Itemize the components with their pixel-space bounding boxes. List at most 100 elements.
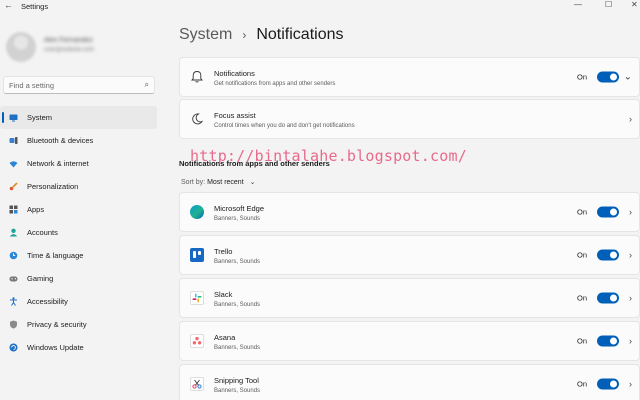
chevron-right-icon[interactable]: › xyxy=(629,207,632,217)
app-row-trello[interactable]: Trello Banners, Sounds On › xyxy=(179,235,640,275)
maximize-button[interactable]: ☐ xyxy=(605,0,612,9)
app-row-snipping-tool[interactable]: Snipping Tool Banners, Sounds On › xyxy=(179,364,640,400)
chevron-right-icon[interactable]: › xyxy=(629,293,632,303)
chevron-right-icon[interactable]: › xyxy=(629,250,632,260)
sort-dropdown[interactable]: Sort by: Most recent ⌄ xyxy=(181,178,255,186)
sidebar-item-windows-update[interactable]: Windows Update xyxy=(0,336,157,359)
moon-icon xyxy=(190,112,204,126)
app-detail: Banners, Sounds xyxy=(214,388,261,394)
app-row-slack[interactable]: Slack Banners, Sounds On › xyxy=(179,278,640,318)
sidebar-item-label: Privacy & security xyxy=(27,320,87,329)
app-toggle-label: On xyxy=(576,336,587,346)
app-name: Trello xyxy=(214,247,233,256)
sidebar-item-privacy-security[interactable]: Privacy & security xyxy=(0,313,157,336)
focus-assist-card[interactable]: Focus assist Control times when you do a… xyxy=(179,99,640,139)
notifications-toggle[interactable] xyxy=(597,71,619,83)
app-toggle-label: On xyxy=(576,207,587,217)
update-icon xyxy=(9,343,18,352)
sidebar-item-system[interactable]: System xyxy=(0,106,157,129)
app-detail: Banners, Sounds xyxy=(214,302,261,308)
app-name: Asana xyxy=(214,333,236,342)
snipping-tool-icon xyxy=(190,377,204,391)
title-bar: ← Settings — ☐ ✕ xyxy=(0,0,640,14)
notifications-card[interactable]: Notifications Get notifications from app… xyxy=(179,57,640,97)
sidebar-item-bluetooth[interactable]: Bluetooth & devices xyxy=(0,129,157,152)
breadcrumb-separator: › xyxy=(242,28,247,42)
app-toggle-label: On xyxy=(576,379,587,389)
breadcrumb: System › Notifications xyxy=(179,26,344,44)
bell-icon xyxy=(190,70,204,84)
app-toggle[interactable] xyxy=(597,292,619,304)
bluetooth-icon xyxy=(9,136,18,145)
sidebar: Alex Fernandez user@outlook.com Find a s… xyxy=(0,14,165,400)
slack-icon xyxy=(190,291,204,305)
sidebar-item-apps[interactable]: Apps xyxy=(0,198,157,221)
profile-email: user@outlook.com xyxy=(44,47,95,53)
chevron-right-icon[interactable]: › xyxy=(629,114,632,124)
app-detail: Banners, Sounds xyxy=(214,259,261,265)
focus-assist-title: Focus assist xyxy=(214,111,256,120)
sidebar-item-label: Windows Update xyxy=(27,343,84,352)
network-icon xyxy=(9,159,18,168)
app-toggle[interactable] xyxy=(597,378,619,390)
page-title: Notifications xyxy=(256,26,344,43)
sort-value: Most recent xyxy=(207,179,244,186)
notifications-subtitle: Get notifications from apps and other se… xyxy=(214,81,336,87)
trello-icon xyxy=(190,248,204,262)
chevron-down-icon: ⌄ xyxy=(249,179,256,186)
apps-icon xyxy=(9,205,18,214)
app-row-asana[interactable]: Asana Banners, Sounds On › xyxy=(179,321,640,361)
sidebar-item-time-language[interactable]: Time & language xyxy=(0,244,157,267)
sidebar-item-label: Accounts xyxy=(27,228,58,237)
app-toggle[interactable] xyxy=(597,249,619,261)
focus-assist-subtitle: Control times when you do and don't get … xyxy=(214,123,355,129)
system-icon xyxy=(9,113,18,122)
app-detail: Banners, Sounds xyxy=(214,345,261,351)
main-content: System › Notifications Notifications Get… xyxy=(170,14,640,400)
breadcrumb-parent[interactable]: System xyxy=(179,26,232,44)
sidebar-item-personalization[interactable]: Personalization xyxy=(0,175,157,198)
app-row-microsoft-edge[interactable]: Microsoft Edge Banners, Sounds On › xyxy=(179,192,640,232)
profile-name: Alex Fernandez xyxy=(44,37,94,44)
user-profile[interactable]: Alex Fernandez user@outlook.com xyxy=(6,30,156,66)
sidebar-item-label: Apps xyxy=(27,205,45,214)
search-icon[interactable]: ⌕ xyxy=(145,80,149,90)
app-toggle[interactable] xyxy=(597,206,619,218)
minimize-button[interactable]: — xyxy=(574,0,582,9)
sidebar-item-label: System xyxy=(27,113,53,122)
accounts-icon xyxy=(9,228,18,237)
app-detail: Banners, Sounds xyxy=(214,216,261,222)
sidebar-nav: System Bluetooth & devices Network & int… xyxy=(0,106,157,359)
notifications-title: Notifications xyxy=(214,69,255,78)
sidebar-item-gaming[interactable]: Gaming xyxy=(0,267,157,290)
chevron-right-icon[interactable]: › xyxy=(629,379,632,389)
search-placeholder: Find a setting xyxy=(9,81,55,90)
sidebar-item-label: Network & internet xyxy=(27,159,89,168)
search-input[interactable]: Find a setting ⌕ xyxy=(3,76,155,94)
sidebar-item-label: Accessibility xyxy=(27,297,68,306)
sidebar-item-accounts[interactable]: Accounts xyxy=(0,221,157,244)
back-arrow-icon[interactable]: ← xyxy=(4,0,13,10)
edge-icon xyxy=(190,205,204,219)
window-title: Settings xyxy=(21,2,49,11)
sidebar-item-label: Personalization xyxy=(27,182,79,191)
chevron-down-icon[interactable]: ⌄ xyxy=(624,72,632,83)
app-toggle-label: On xyxy=(576,293,587,303)
notifications-toggle-label: On xyxy=(576,72,587,82)
app-name: Slack xyxy=(214,290,233,299)
app-name: Microsoft Edge xyxy=(214,204,265,213)
asana-icon xyxy=(190,334,204,348)
chevron-right-icon[interactable]: › xyxy=(629,336,632,346)
sidebar-item-label: Gaming xyxy=(27,274,54,283)
app-toggle-label: On xyxy=(576,250,587,260)
globe-clock-icon xyxy=(9,251,18,260)
close-button[interactable]: ✕ xyxy=(631,0,638,9)
app-name: Snipping Tool xyxy=(214,376,259,385)
shield-icon xyxy=(9,320,18,329)
watermark-text: http://bintalahe.blogspot.com/ xyxy=(190,147,467,165)
sidebar-item-network[interactable]: Network & internet xyxy=(0,152,157,175)
app-toggle[interactable] xyxy=(597,335,619,347)
sort-label: Sort by: xyxy=(181,179,206,186)
sidebar-item-label: Time & language xyxy=(27,251,84,260)
sidebar-item-accessibility[interactable]: Accessibility xyxy=(0,290,157,313)
